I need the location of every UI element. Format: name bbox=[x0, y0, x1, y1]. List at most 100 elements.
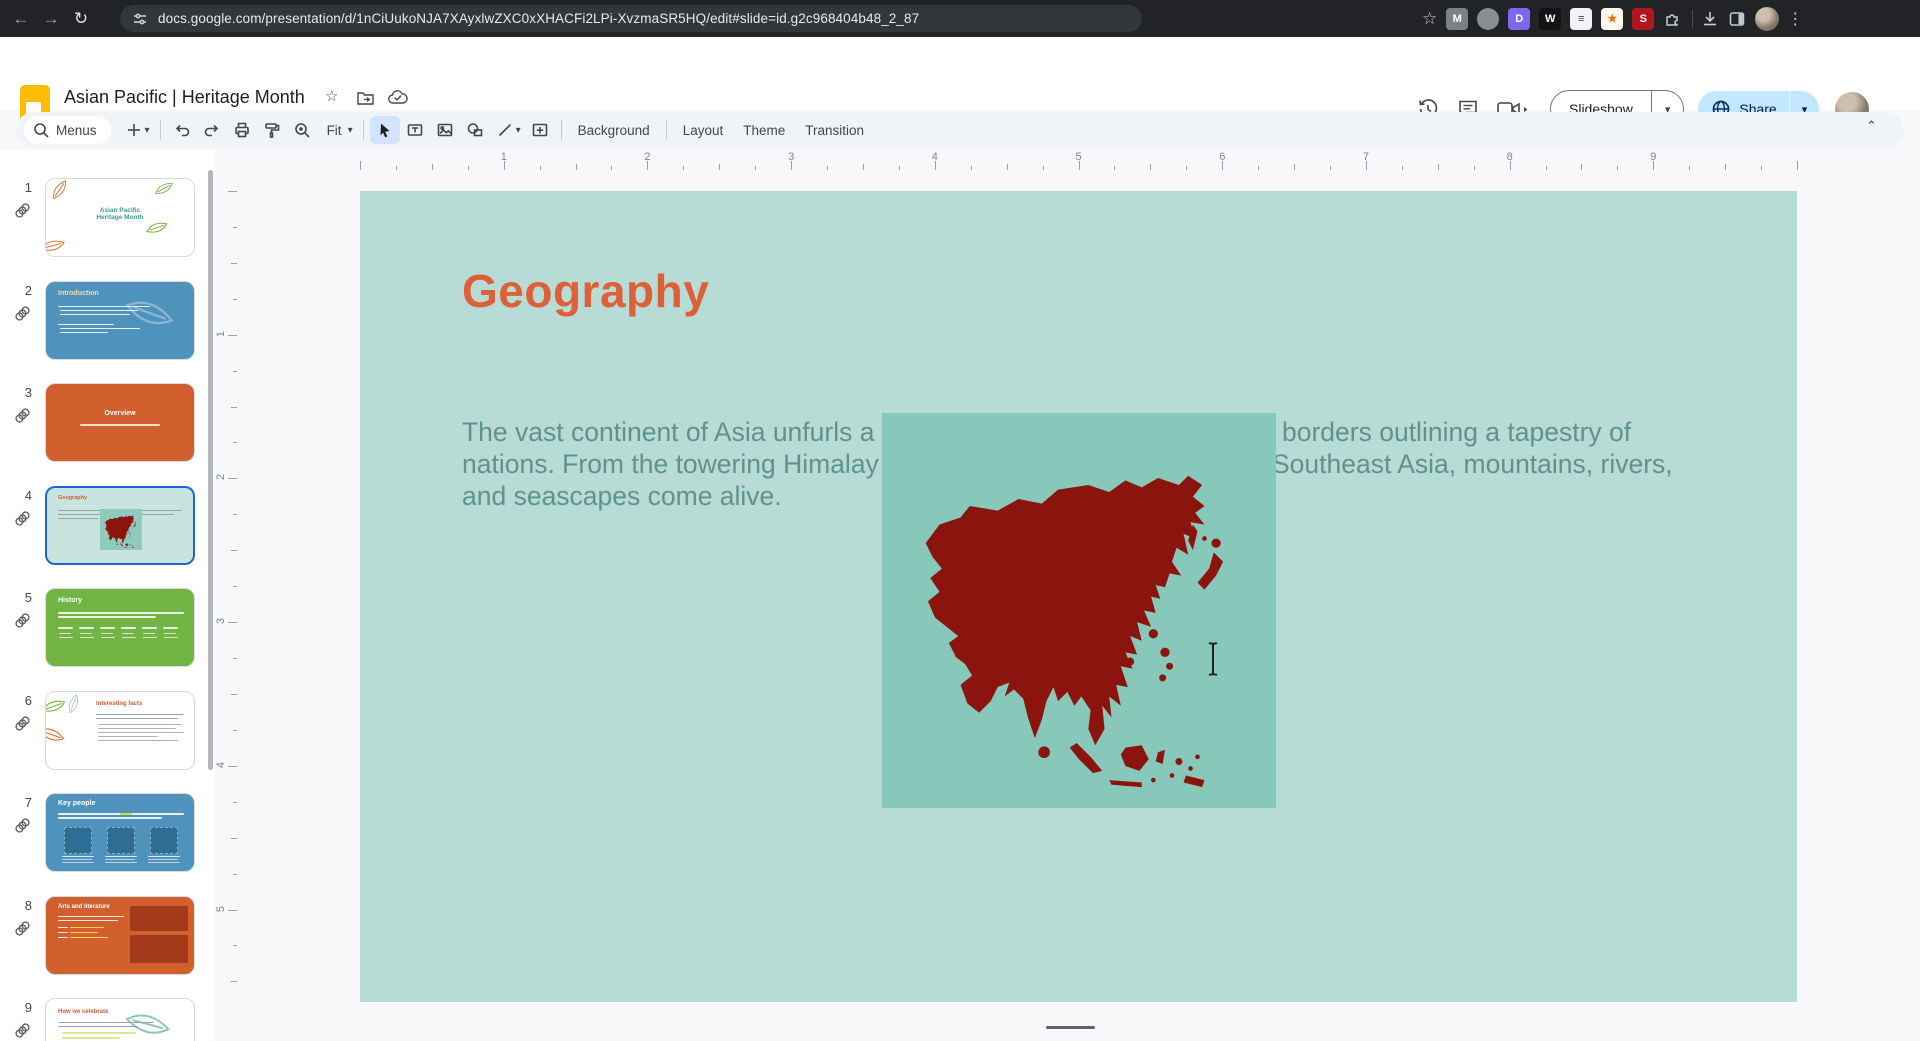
ruler-tick bbox=[231, 694, 237, 695]
photo-placeholder bbox=[64, 827, 92, 854]
text-line bbox=[58, 1026, 138, 1027]
download-icon[interactable] bbox=[1701, 10, 1719, 28]
slide-thumbnail-9[interactable]: How we celebrate bbox=[45, 998, 195, 1041]
slide-thumbnail-8[interactable]: Arts and literature bbox=[45, 896, 195, 975]
text-line bbox=[80, 637, 94, 638]
d-extension[interactable]: D bbox=[1508, 8, 1530, 30]
text-line bbox=[58, 627, 73, 629]
ruler-tick bbox=[899, 166, 900, 170]
transition-button[interactable]: Transition bbox=[795, 118, 874, 143]
ruler-tick bbox=[233, 802, 237, 803]
toolbar-divider bbox=[666, 120, 667, 140]
text-line bbox=[70, 937, 108, 938]
cloud-saved-icon[interactable] bbox=[388, 90, 408, 105]
text-line bbox=[58, 916, 124, 917]
redo-button[interactable] bbox=[197, 116, 227, 144]
background-button[interactable]: Background bbox=[568, 118, 660, 143]
move-folder-icon[interactable] bbox=[357, 90, 374, 105]
browser-back-icon[interactable]: ← bbox=[6, 9, 36, 29]
ruler-tick bbox=[1043, 166, 1044, 170]
hide-menus-chevron-icon[interactable]: ⌃ bbox=[1866, 118, 1877, 134]
gmail-extension[interactable]: M bbox=[1446, 8, 1468, 30]
ruler-tick bbox=[231, 981, 237, 982]
line-dropdown-icon[interactable]: ▾ bbox=[516, 125, 521, 136]
text-line bbox=[58, 612, 184, 614]
insert-placeholder-tool[interactable] bbox=[525, 116, 555, 144]
ruler-number: 4 bbox=[215, 762, 227, 768]
ruler-tick bbox=[1150, 164, 1151, 170]
divider bbox=[1692, 10, 1693, 28]
shape-tool[interactable] bbox=[460, 116, 490, 144]
ruler-tick bbox=[1330, 166, 1331, 170]
slide-thumbnail-7[interactable]: Key people bbox=[45, 793, 195, 872]
ruler-tick bbox=[396, 166, 397, 170]
bookmark-star-icon[interactable]: ☆ bbox=[1422, 9, 1437, 29]
site-settings-icon[interactable] bbox=[132, 11, 148, 27]
browser-profile-avatar[interactable] bbox=[1755, 7, 1779, 31]
slide-canvas[interactable]: Geography The vast continent of Asia unf… bbox=[360, 191, 1797, 1002]
slide-title[interactable]: Geography bbox=[462, 264, 709, 318]
zoom-select[interactable]: Fit bbox=[317, 118, 352, 143]
circle-extension[interactable] bbox=[1477, 8, 1499, 30]
document-title[interactable]: Asian Pacific | Heritage Month bbox=[64, 87, 305, 108]
text-line bbox=[98, 732, 184, 733]
ruler-tick bbox=[1546, 166, 1547, 170]
text-cursor bbox=[1205, 640, 1221, 678]
ruler-tick bbox=[233, 371, 237, 372]
slide-body-right-1[interactable]: borders outlining a tapestry of bbox=[1282, 416, 1631, 448]
ruler-tick bbox=[683, 166, 684, 170]
browser-forward-icon[interactable]: → bbox=[36, 9, 66, 29]
ruler-number: 3 bbox=[788, 151, 794, 163]
s-extension[interactable]: S bbox=[1632, 8, 1654, 30]
slide-thumbnail-3[interactable]: Overview bbox=[45, 383, 195, 462]
star-extension[interactable]: ★ bbox=[1601, 8, 1623, 30]
filmstrip-scrollbar[interactable] bbox=[208, 170, 213, 770]
text-line bbox=[79, 627, 94, 629]
slide-thumbnail-1[interactable]: Asian Pacific Heritage Month bbox=[45, 178, 195, 257]
new-slide-dropdown-icon[interactable]: ▾ bbox=[145, 125, 150, 136]
insert-image-tool[interactable] bbox=[430, 116, 460, 144]
slide-link-indicator bbox=[14, 817, 31, 839]
browser-reload-icon[interactable]: ↻ bbox=[66, 9, 96, 29]
list-extension[interactable]: ≡ bbox=[1570, 8, 1592, 30]
slide-thumbnail-4[interactable]: Geography bbox=[45, 486, 195, 565]
slide-body-right-2[interactable]: Southeast Asia, mountains, rivers, bbox=[1272, 448, 1673, 480]
ruler-tick bbox=[233, 730, 237, 731]
select-tool[interactable] bbox=[370, 116, 400, 144]
photo-placeholder bbox=[130, 935, 188, 963]
extensions-puzzle-icon[interactable] bbox=[1663, 10, 1681, 28]
speaker-notes-handle[interactable] bbox=[1046, 1026, 1095, 1029]
zoom-dropdown-icon[interactable]: ▾ bbox=[348, 125, 353, 136]
w-extension[interactable]: W bbox=[1539, 8, 1561, 30]
slide-thumbnail-2[interactable]: Introduction bbox=[45, 281, 195, 360]
text-line bbox=[58, 937, 68, 938]
text-line bbox=[58, 932, 68, 933]
print-button[interactable] bbox=[227, 116, 257, 144]
zoom-button[interactable] bbox=[287, 116, 317, 144]
theme-button[interactable]: Theme bbox=[733, 118, 795, 143]
layout-button[interactable]: Layout bbox=[673, 118, 734, 143]
ruler-tick bbox=[228, 335, 237, 336]
paint-format-button[interactable] bbox=[257, 116, 287, 144]
address-bar[interactable]: docs.google.com/presentation/d/1nCiUukoN… bbox=[120, 5, 1142, 32]
asia-map-image[interactable] bbox=[882, 413, 1276, 808]
text-line bbox=[62, 859, 92, 860]
menus-search[interactable]: Menus bbox=[24, 116, 111, 144]
text-box-tool[interactable] bbox=[400, 116, 430, 144]
browser-menu-icon[interactable]: ⋮ bbox=[1787, 9, 1803, 29]
thumb-title: Asian Pacific Heritage Month bbox=[46, 207, 194, 221]
slide-thumbnail-5[interactable]: History bbox=[45, 588, 195, 667]
ruler-number: 5 bbox=[215, 905, 227, 911]
star-document-icon[interactable]: ☆ bbox=[325, 87, 338, 106]
ruler-number: 2 bbox=[215, 474, 227, 480]
text-line bbox=[58, 920, 118, 921]
side-panel-icon[interactable] bbox=[1728, 10, 1746, 28]
text-line bbox=[60, 310, 138, 312]
slide-thumbnail-6[interactable]: Interesting facts bbox=[45, 691, 195, 770]
text-line bbox=[148, 862, 180, 863]
undo-button[interactable] bbox=[167, 116, 197, 144]
ruler-tick bbox=[468, 166, 469, 170]
ruler-tick bbox=[1474, 166, 1475, 170]
text-line bbox=[62, 856, 94, 857]
text-line bbox=[62, 1032, 136, 1034]
